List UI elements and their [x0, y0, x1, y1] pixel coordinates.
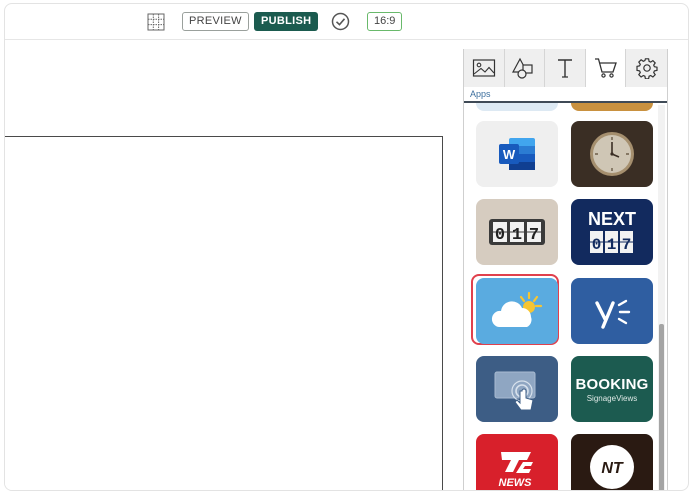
booking-label: BOOKING: [575, 375, 649, 393]
panel-tabs: [464, 49, 667, 87]
svg-text:1: 1: [512, 226, 522, 245]
booking-icon: BOOKING SignageViews: [575, 376, 648, 403]
weather-icon: [491, 291, 543, 327]
slide-canvas[interactable]: [5, 136, 443, 490]
app-tile-clock[interactable]: [571, 121, 653, 187]
tab-text[interactable]: [545, 49, 586, 87]
svg-text:W: W: [503, 147, 516, 162]
cart-icon: [594, 58, 617, 78]
shapes-icon: [512, 57, 533, 79]
text-icon: [557, 59, 572, 78]
scrollbar-thumb[interactable]: [659, 324, 664, 490]
word-icon: W: [499, 138, 535, 170]
tab-settings[interactable]: [626, 49, 667, 87]
app-tile-touch[interactable]: [476, 356, 558, 422]
image-icon: [472, 59, 495, 77]
tab-images[interactable]: [464, 49, 505, 87]
yammer-icon: [595, 299, 631, 329]
app-tile-next-counter[interactable]: NEXT 0 1 7: [571, 199, 653, 265]
counter-icon: 0 1 7: [489, 219, 545, 245]
next-counter-icon: NEXT 0 1 7: [588, 209, 636, 254]
app-tile-weather[interactable]: [476, 278, 558, 344]
app-tile-booking[interactable]: BOOKING SignageViews: [571, 356, 653, 422]
gear-icon: [636, 58, 658, 79]
svg-text:7: 7: [529, 226, 539, 245]
svg-text:NT: NT: [601, 460, 624, 477]
app-tile-word[interactable]: W: [476, 121, 558, 187]
preview-button[interactable]: PREVIEW: [182, 12, 249, 31]
grid-icon[interactable]: [147, 13, 165, 31]
app-tile-tv2-news[interactable]: NEWS: [476, 434, 558, 490]
svg-text:7: 7: [622, 236, 632, 254]
tab-shapes[interactable]: [504, 49, 546, 87]
publish-button[interactable]: PUBLISH: [254, 12, 319, 31]
app-tile-yammer[interactable]: [571, 278, 653, 344]
touch-screen-icon: [494, 371, 536, 411]
svg-text:0: 0: [495, 226, 505, 245]
svg-text:NEXT: NEXT: [588, 209, 636, 229]
app-tile-partial[interactable]: [571, 103, 653, 111]
nt-icon: NT: [590, 445, 634, 489]
top-toolbar: PREVIEW PUBLISH 16:9: [5, 4, 688, 40]
clock-icon: [590, 132, 634, 176]
section-label: Apps: [470, 89, 491, 99]
booking-sublabel: SignageViews: [586, 393, 638, 403]
app-tile-nt[interactable]: NT: [571, 434, 653, 490]
assets-panel: Apps W 0 1 7 NEXT 0 1 7 BOOKING SignageV…: [463, 49, 668, 490]
aspect-ratio-button[interactable]: 16:9: [367, 12, 403, 31]
tv2-news-icon: NEWS: [499, 452, 533, 489]
svg-text:NEWS: NEWS: [499, 477, 533, 489]
editor-window: PREVIEW PUBLISH 16:9 Apps W 0 1 7 NEXT 0…: [4, 3, 689, 491]
app-tile-partial[interactable]: [476, 103, 558, 111]
app-tile-counter[interactable]: 0 1 7: [476, 199, 558, 265]
svg-text:0: 0: [592, 236, 602, 254]
tab-apps[interactable]: [585, 49, 627, 87]
svg-text:1: 1: [607, 236, 617, 254]
check-circle-icon[interactable]: [331, 12, 350, 31]
